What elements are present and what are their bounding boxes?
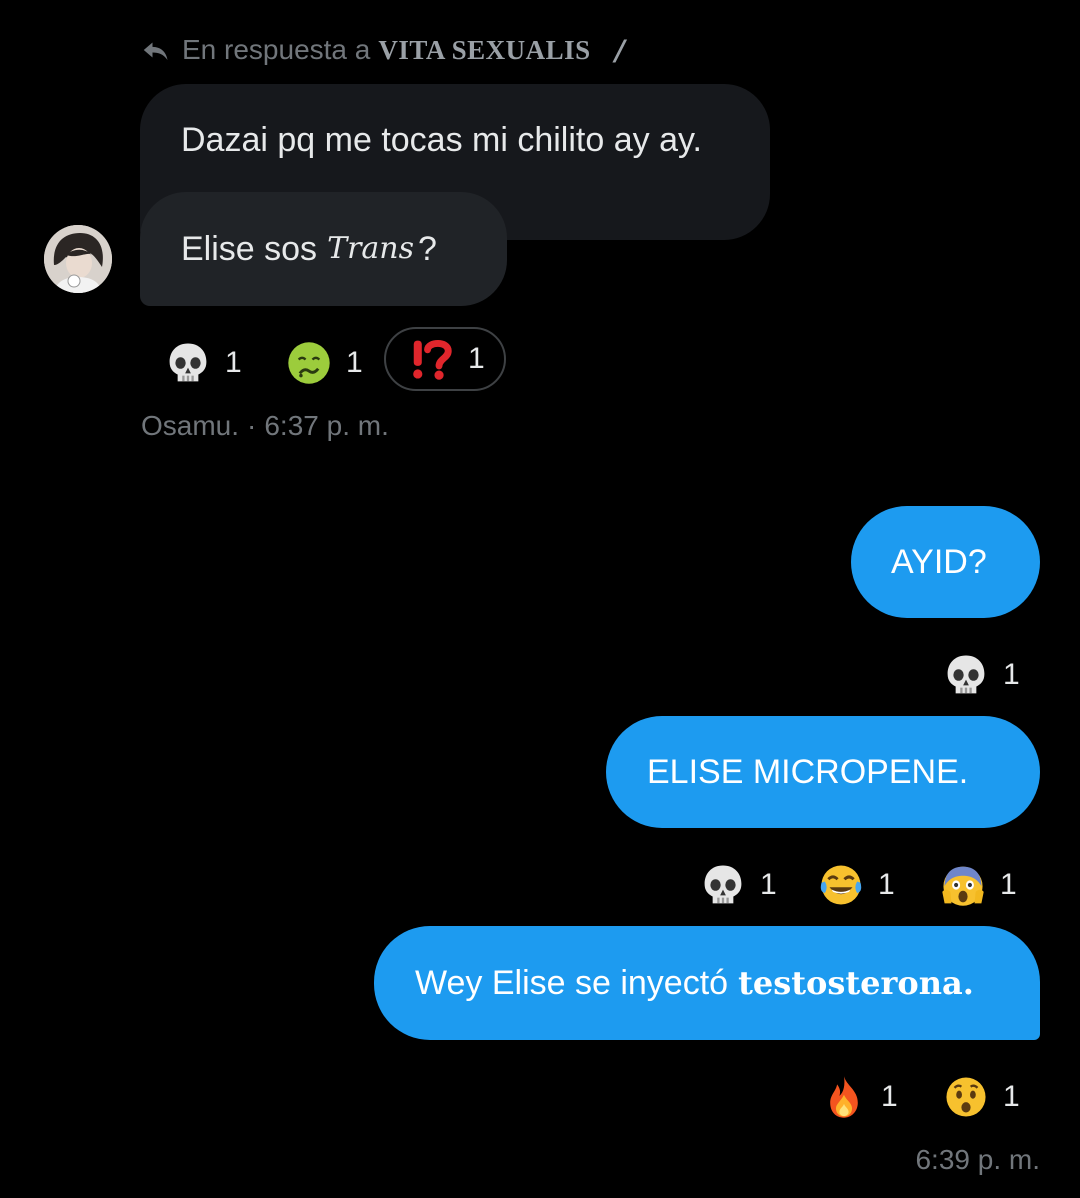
meta-separator: · bbox=[247, 410, 257, 441]
message-styled-word: testosterona. bbox=[738, 964, 974, 1002]
outgoing-message-bubble[interactable]: AYID? bbox=[851, 506, 1040, 618]
reaction-chip-selected[interactable]: 1 bbox=[384, 327, 506, 391]
reaction-count: 1 bbox=[1000, 868, 1017, 901]
reaction-chip[interactable]: 1 bbox=[943, 1075, 1020, 1119]
reaction-count: 1 bbox=[878, 868, 895, 901]
skull-icon bbox=[704, 865, 742, 904]
nauseated-face-icon bbox=[288, 342, 330, 384]
reply-arrow-icon bbox=[143, 42, 168, 60]
message-text: ELISE MICROPENE. bbox=[647, 753, 969, 791]
exclamation-question-icon bbox=[413, 340, 452, 380]
reaction-chip[interactable]: 1 bbox=[818, 863, 895, 907]
timestamp: 6:37 p. m. bbox=[264, 410, 389, 441]
reply-target-mark: / bbox=[614, 33, 625, 67]
skull-icon bbox=[947, 655, 985, 694]
avatar[interactable] bbox=[44, 225, 112, 293]
reaction-chip[interactable]: 1 bbox=[940, 863, 1017, 907]
fire-icon bbox=[830, 1076, 858, 1118]
reply-target-name[interactable]: VITA SEXUALIS bbox=[378, 35, 590, 66]
outgoing-message-bubble[interactable]: ELISE MICROPENE. bbox=[606, 716, 1040, 828]
reaction-count: 1 bbox=[881, 1080, 898, 1113]
message-text: Dazai pq me tocas mi chilito ay ay. bbox=[181, 121, 702, 159]
outgoing-message-meta: 6:39 p. m. bbox=[915, 1142, 1040, 1178]
reaction-chip[interactable]: 1 bbox=[700, 863, 777, 907]
screaming-face-icon bbox=[942, 866, 984, 906]
reply-header[interactable]: En respuesta a VITA SEXUALIS / bbox=[140, 28, 625, 72]
timestamp: 6:39 p. m. bbox=[915, 1144, 1040, 1175]
outgoing-message-bubble[interactable]: Wey Elise se inyectó testosterona. bbox=[374, 926, 1040, 1040]
reaction-count: 1 bbox=[1003, 1080, 1020, 1113]
reaction-count: 1 bbox=[760, 868, 777, 901]
skull-icon bbox=[169, 343, 207, 382]
sender-name: Osamu. bbox=[141, 410, 240, 441]
reaction-chip[interactable]: 1 bbox=[165, 341, 242, 385]
reaction-count: 1 bbox=[1003, 658, 1020, 691]
reaction-count: 1 bbox=[225, 346, 242, 379]
message-text: Wey Elise se inyectó bbox=[415, 964, 729, 1002]
incoming-message-bubble[interactable]: Elise sos Trans ? bbox=[140, 192, 507, 306]
reaction-count: 1 bbox=[468, 342, 485, 375]
avatar-image bbox=[44, 225, 112, 293]
message-text: AYID? bbox=[891, 543, 987, 581]
incoming-message-meta: Osamu. · 6:37 p. m. bbox=[141, 408, 389, 444]
reaction-chip[interactable]: 1 bbox=[821, 1075, 898, 1119]
reaction-count: 1 bbox=[346, 346, 363, 379]
hushed-face-icon bbox=[946, 1077, 986, 1117]
message-text: Elise sos bbox=[181, 230, 318, 268]
message-text-end: ? bbox=[418, 230, 437, 268]
tears-of-joy-icon bbox=[820, 865, 862, 905]
reaction-chip[interactable]: 1 bbox=[286, 341, 363, 385]
message-styled-word: Trans bbox=[327, 231, 415, 266]
reply-prefix: En respuesta a bbox=[182, 34, 371, 65]
reaction-chip[interactable]: 1 bbox=[943, 653, 1020, 697]
